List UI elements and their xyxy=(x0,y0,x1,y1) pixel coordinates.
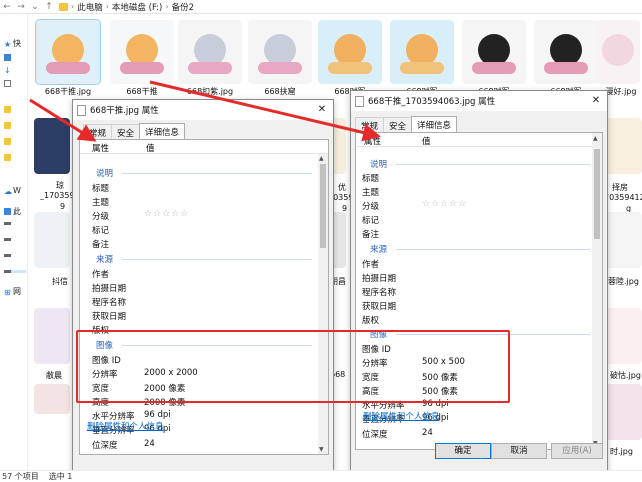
annotation-arrow-left xyxy=(29,98,97,142)
annotation-arrow-right xyxy=(149,80,381,142)
annotation-arrows xyxy=(29,80,381,142)
